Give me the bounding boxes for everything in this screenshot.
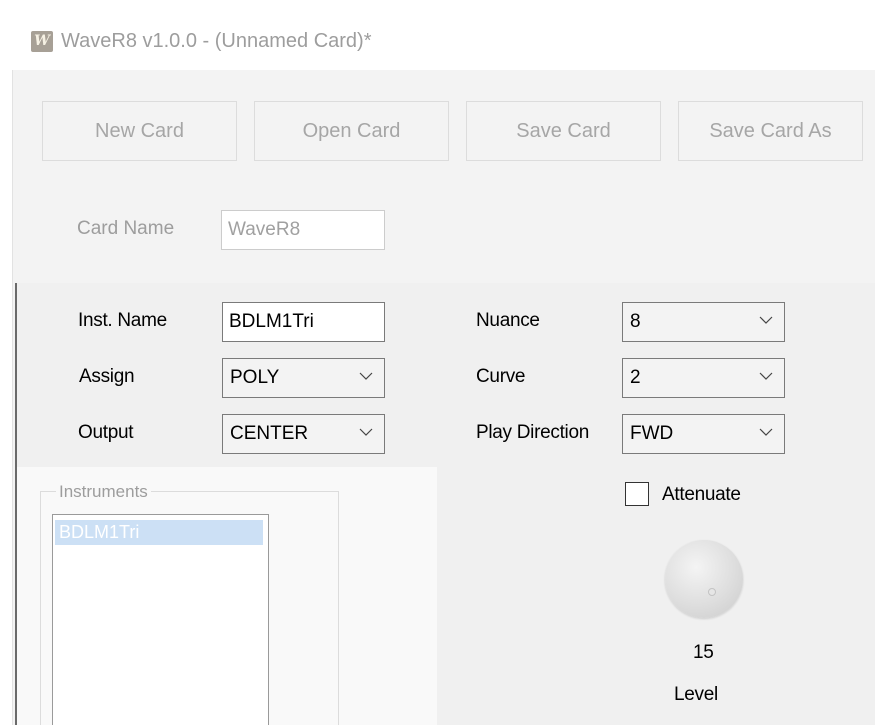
card-name-label: Card Name: [77, 218, 175, 239]
nuance-value: 8: [630, 311, 641, 332]
nuance-label: Nuance: [476, 310, 540, 331]
chevron-down-icon: [759, 428, 773, 436]
level-label: Level: [674, 684, 718, 705]
chevron-down-icon: [359, 428, 373, 436]
level-knob[interactable]: [665, 540, 743, 618]
nuance-dropdown[interactable]: 8: [622, 302, 785, 342]
save-card-as-button[interactable]: Save Card As: [678, 101, 863, 161]
knob-indicator: [708, 588, 716, 596]
new-card-button[interactable]: New Card: [42, 101, 237, 161]
app-logo-icon: W: [31, 31, 53, 52]
chevron-down-icon: [759, 372, 773, 380]
chevron-down-icon: [759, 316, 773, 324]
play-direction-value: FWD: [630, 423, 674, 444]
inst-name-field[interactable]: BDLM1Tri: [222, 302, 385, 342]
background-menu-strip: [0, 0, 875, 14]
assign-value: POLY: [230, 367, 280, 388]
output-label: Output: [78, 422, 134, 443]
assign-label: Assign: [79, 366, 135, 387]
output-value: CENTER: [230, 423, 309, 444]
list-item[interactable]: BDLM1Tri: [55, 520, 263, 545]
play-direction-dropdown[interactable]: FWD: [622, 414, 785, 454]
window-title: WaveR8 v1.0.0 - (Unnamed Card)*: [61, 30, 372, 52]
output-dropdown[interactable]: CENTER: [222, 414, 385, 454]
instruments-listbox[interactable]: [52, 514, 269, 725]
level-value: 15: [693, 642, 714, 663]
curve-dropdown[interactable]: 2: [622, 358, 785, 398]
chevron-down-icon: [359, 372, 373, 380]
curve-label: Curve: [476, 366, 526, 387]
curve-value: 2: [630, 367, 641, 388]
attenuate-checkbox[interactable]: [625, 482, 649, 506]
card-name-field[interactable]: WaveR8: [221, 210, 385, 250]
attenuate-label[interactable]: Attenuate: [662, 484, 741, 506]
instruments-group-title: Instruments: [56, 482, 151, 502]
play-direction-label: Play Direction: [476, 422, 590, 443]
open-card-button[interactable]: Open Card: [254, 101, 449, 161]
assign-dropdown[interactable]: POLY: [222, 358, 385, 398]
save-card-button[interactable]: Save Card: [466, 101, 661, 161]
inst-name-label: Inst. Name: [78, 310, 167, 331]
